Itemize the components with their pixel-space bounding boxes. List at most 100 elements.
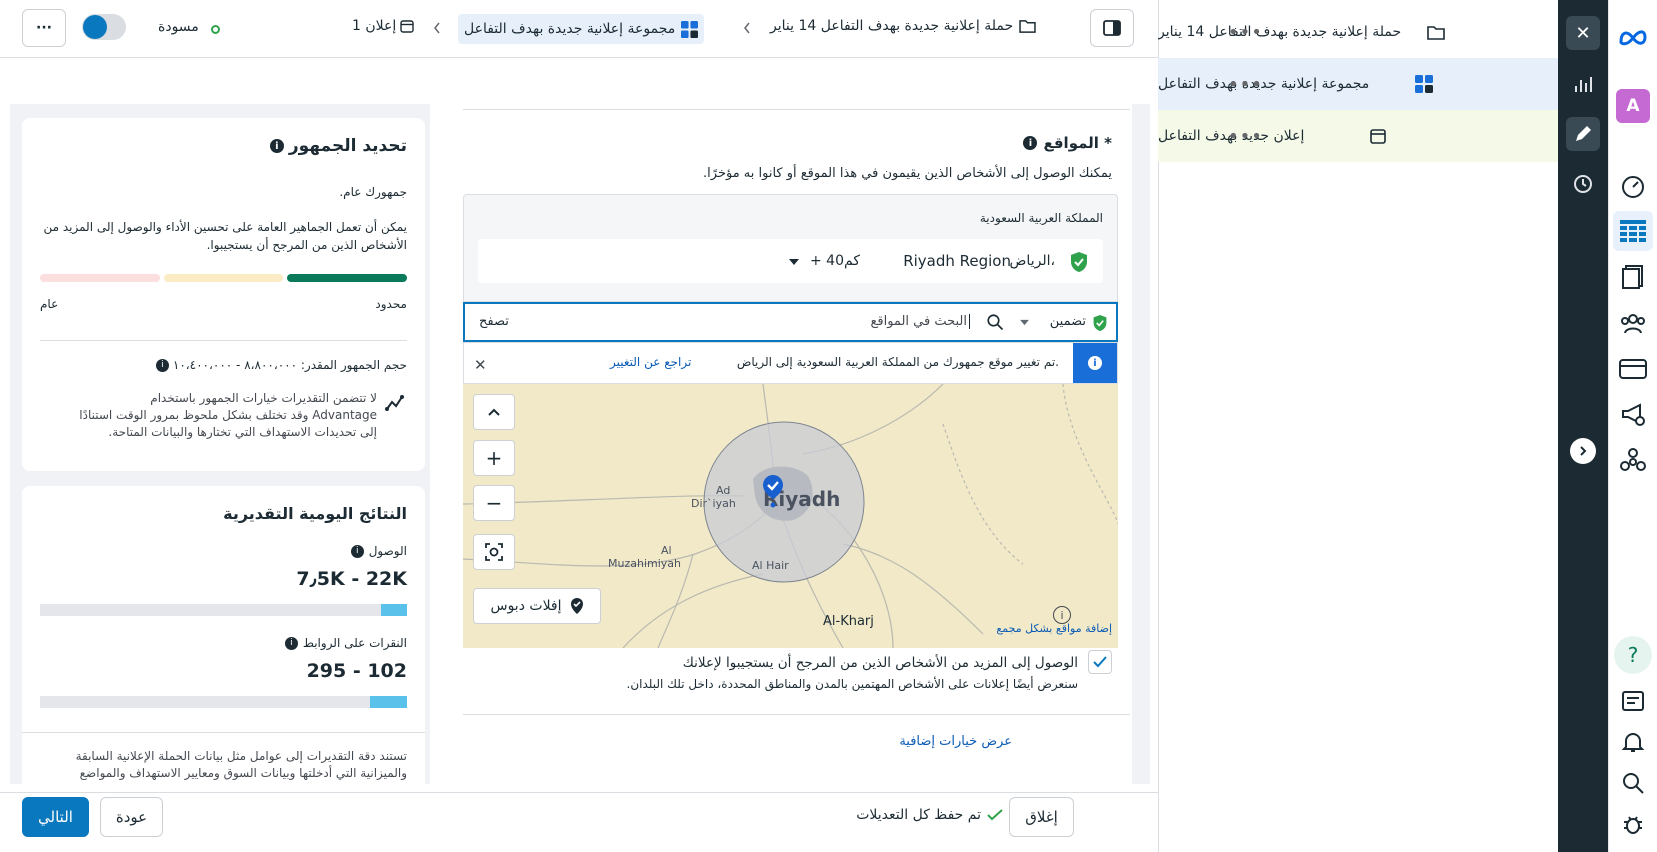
- global-nav-rail: A ?: [1608, 0, 1657, 852]
- advantage-trend-icon: [385, 393, 407, 413]
- bug-report-icon[interactable]: [1616, 807, 1650, 841]
- campaign-megaphone-icon[interactable]: [1616, 397, 1650, 431]
- audience-note-line-3: إلى تحديدات الاستهداف التي تختارها والبي…: [108, 425, 377, 439]
- main-scrollbar[interactable]: [1132, 104, 1150, 784]
- insights-chart-icon[interactable]: [1566, 67, 1600, 101]
- business-tools-icon[interactable]: [1616, 443, 1650, 477]
- map-collapse-button[interactable]: [473, 394, 515, 430]
- pages-icon[interactable]: [1616, 260, 1650, 294]
- map-pin-icon[interactable]: [761, 474, 785, 508]
- audience-description: يمكن أن تعمل الجماهير العامة على تحسين ا…: [43, 220, 407, 252]
- reach-more-description: سنعرض أيضًا إعلانات على الأشخاص المهتمين…: [626, 677, 1078, 691]
- reach-label-row: الوصول i: [350, 544, 407, 558]
- search-icon[interactable]: [1616, 766, 1650, 800]
- expand-panel-icon[interactable]: [1570, 438, 1596, 464]
- reach-bar: [40, 604, 407, 616]
- check-icon: [987, 809, 1003, 821]
- recenter-button[interactable]: [473, 534, 515, 570]
- news-icon[interactable]: [1616, 684, 1650, 718]
- tree-adset-row[interactable]: ••• مجموعة إعلانية جديدة بهدف التفاعل: [1158, 58, 1558, 110]
- info-icon: i: [1088, 356, 1102, 370]
- audience-note: لا تتضمن التقديرات خيارات الجمهور باستخد…: [79, 390, 377, 441]
- map-label-al-kharj: Al-Kharj: [823, 614, 874, 629]
- toggle-knob: [83, 15, 107, 39]
- draft-status-label: مسودة: [158, 19, 199, 35]
- toggle-sidebar-button[interactable]: [1090, 9, 1134, 47]
- radius-dropdown-arrow-icon[interactable]: [788, 258, 800, 266]
- adset-more-options[interactable]: •••: [1228, 74, 1263, 95]
- map-label-diriyah: Dir`iyah: [691, 497, 736, 510]
- tree-ad-row[interactable]: ••• إعلان جديد بهدف التفاعل: [1158, 110, 1558, 162]
- meter-broad-segment: [40, 274, 160, 282]
- checkmark-icon: [1093, 656, 1107, 668]
- clicks-bar: [40, 696, 407, 708]
- ad-more-options[interactable]: •••: [1228, 126, 1263, 147]
- zoom-out-button[interactable]: −: [473, 485, 515, 521]
- info-icon[interactable]: i: [155, 358, 169, 372]
- back-button[interactable]: عودة: [100, 797, 163, 837]
- account-avatar[interactable]: A: [1616, 89, 1650, 123]
- tree-campaign-row[interactable]: ••• حملة إعلانية جديدة بهدف التفاعل 14 ي…: [1158, 6, 1558, 58]
- close-notice-icon[interactable]: ✕: [474, 356, 487, 374]
- dashboard-icon[interactable]: [1616, 169, 1650, 203]
- browse-link[interactable]: تصفح: [479, 314, 509, 329]
- sidebar-panel-icon: [1103, 20, 1121, 36]
- breadcrumb-campaign[interactable]: حملة إعلانية جديدة بهدف التفاعل 14 يناير: [770, 18, 1036, 34]
- more-options-button[interactable]: ···: [22, 9, 66, 47]
- close-icon[interactable]: ✕: [1566, 16, 1600, 50]
- drop-pin-button[interactable]: إفلات دبوس: [473, 588, 601, 624]
- breadcrumb-campaign-label: حملة إعلانية جديدة بهدف التفاعل 14 يناير: [770, 18, 1014, 34]
- info-icon[interactable]: i: [284, 636, 298, 650]
- search-icon: [986, 313, 1004, 331]
- location-map[interactable]: Riyadh Ad Dir`iyah Al Muzahimiyah Al Hai…: [463, 384, 1118, 648]
- audience-definition-card: تحديد الجمهور i جمهورك عام. يمكن أن تعمل…: [22, 118, 425, 471]
- results-footnote-line-2: والميزانية التي أدخلتها وبيانات السوق وم…: [79, 766, 407, 780]
- results-footnote-line-1: تستند دقة التقديرات إلى عوامل مثل بيانات…: [75, 749, 407, 763]
- zoom-in-button[interactable]: +: [473, 440, 515, 476]
- audience-meter: [40, 274, 408, 282]
- info-icon[interactable]: i: [269, 139, 284, 153]
- breadcrumb-chevron-icon: [433, 22, 441, 34]
- bulk-add-locations-link[interactable]: إضافة مواقع بشكل مجمع: [996, 622, 1112, 635]
- ads-manager-table-icon[interactable]: [1613, 211, 1653, 251]
- clicks-label-row: النقرات على الروابط i: [284, 636, 407, 650]
- map-label-muzahimiyah: Muzahimiyah: [608, 557, 681, 570]
- locations-description: يمكنك الوصول إلى الأشخاص الذين يقيمون في…: [703, 166, 1112, 181]
- breadcrumb-adset[interactable]: مجموعة إعلانية جديدة بهدف التفاعل: [458, 14, 705, 44]
- info-icon[interactable]: i: [1023, 136, 1038, 150]
- adset-grid-icon: [681, 20, 699, 38]
- selected-locations-box: المملكة العربية السعودية الرياض، Riyadh …: [463, 194, 1118, 302]
- location-radius[interactable]: + 40كم: [810, 253, 860, 269]
- next-button[interactable]: التالي: [22, 797, 89, 837]
- meta-logo-icon[interactable]: [1616, 20, 1650, 54]
- ad-window-icon: [400, 19, 414, 33]
- reach-label: الوصول: [368, 544, 407, 558]
- info-icon[interactable]: i: [350, 544, 364, 558]
- help-icon[interactable]: ?: [1614, 636, 1652, 674]
- more-options-link[interactable]: عرض خيارات إضافية: [899, 734, 1012, 749]
- chevron-up-icon: [488, 408, 500, 416]
- locations-title: * المواقع: [1043, 134, 1112, 152]
- tree-adset-label: مجموعة إعلانية جديدة بهدف التفاعل: [1158, 76, 1370, 92]
- history-clock-icon[interactable]: [1566, 167, 1600, 201]
- location-chip[interactable]: الرياض، Riyadh Region + 40كم: [478, 239, 1103, 283]
- notice-info-badge: i: [1073, 343, 1117, 383]
- clicks-bar-fill: [370, 696, 407, 708]
- drop-pin-label: إفلات دبوس: [490, 598, 562, 614]
- campaign-more-options[interactable]: •••: [1228, 22, 1263, 43]
- meter-broad-label: عام: [40, 297, 59, 311]
- adset-grid-icon: [1415, 75, 1434, 93]
- reach-more-checkbox[interactable]: [1088, 650, 1112, 674]
- audiences-icon[interactable]: [1616, 307, 1650, 341]
- revert-change-link[interactable]: تراجع عن التغيير: [610, 355, 691, 369]
- billing-card-icon[interactable]: [1616, 352, 1650, 386]
- include-select[interactable]: تضمين: [1050, 314, 1086, 329]
- map-label-al: Al: [661, 544, 672, 557]
- close-editor-button[interactable]: إغلاق: [1009, 797, 1074, 837]
- include-dropdown-arrow-icon[interactable]: [1019, 319, 1030, 326]
- edit-pencil-icon[interactable]: [1566, 117, 1600, 151]
- location-search-input[interactable]: البحث في المواقع: [870, 314, 970, 329]
- notifications-bell-icon[interactable]: [1616, 725, 1650, 759]
- publish-toggle[interactable]: [82, 14, 126, 40]
- breadcrumb-ad[interactable]: 1 إعلان: [352, 18, 414, 34]
